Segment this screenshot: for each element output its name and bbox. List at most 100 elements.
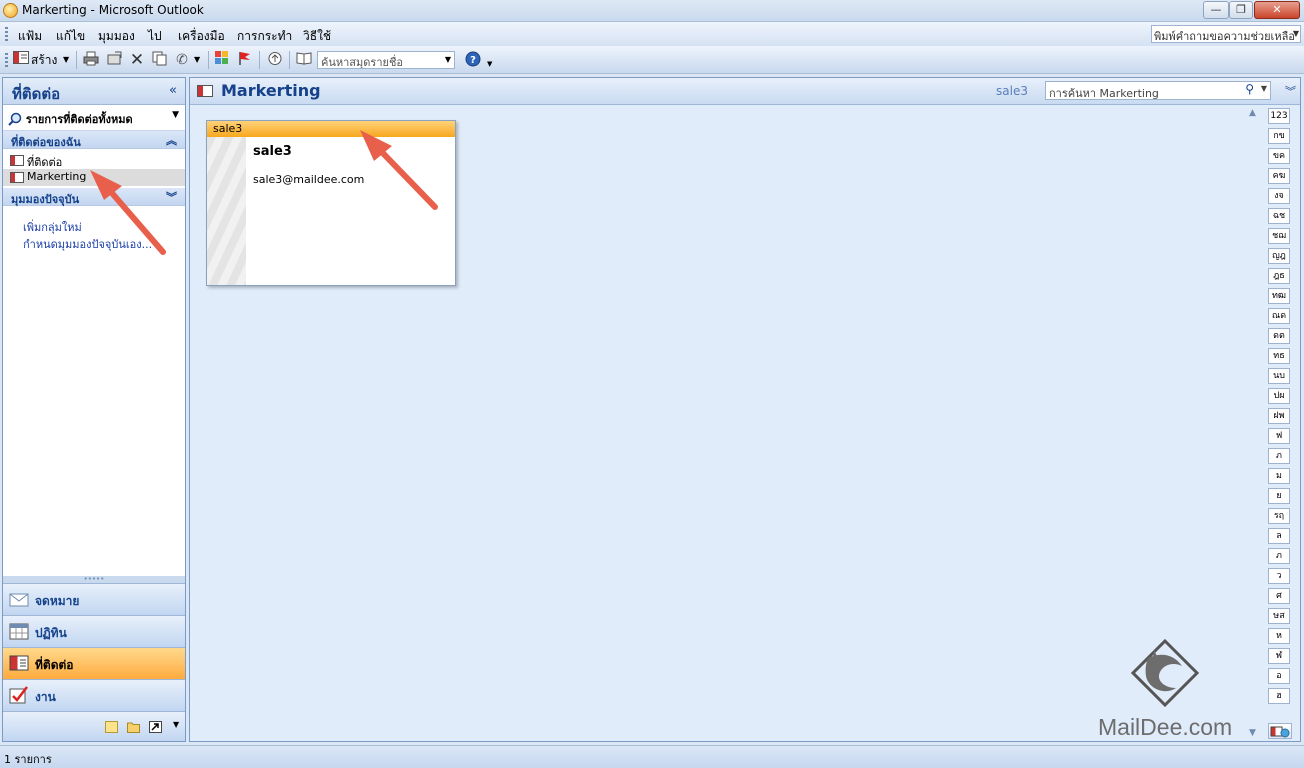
address-book-search-input[interactable]: ค้นหาสมุดรายชื่อ ▼ (317, 51, 455, 69)
index-tab[interactable]: นบ (1268, 368, 1290, 384)
dropdown-arrow-icon[interactable]: ▼ (445, 52, 451, 68)
menu-grip-icon[interactable] (5, 27, 8, 41)
index-tab[interactable]: ญฎ (1268, 248, 1290, 264)
send-receive-icon[interactable] (266, 51, 284, 69)
index-tab[interactable]: ฮ (1268, 688, 1290, 704)
notes-icon[interactable] (105, 721, 118, 733)
index-tab[interactable]: ภ (1268, 548, 1290, 564)
index-tab[interactable]: ฟ (1268, 428, 1290, 444)
collapse-pane-icon[interactable]: « (169, 83, 177, 98)
menu-tools[interactable]: เครื่องมือ (178, 27, 225, 46)
contact-email[interactable]: sale3@maildee.com (253, 173, 364, 186)
calendar-icon (9, 623, 29, 640)
menu-file[interactable]: แฟ้ม (18, 27, 42, 46)
index-tab[interactable]: ห (1268, 628, 1290, 644)
nav-button-mail[interactable]: จดหมาย (3, 583, 185, 615)
flag-icon[interactable] (237, 51, 253, 69)
scroll-up-icon[interactable]: ▲ (1249, 108, 1256, 118)
menu-view[interactable]: มุมมอง (98, 27, 135, 46)
index-tab[interactable]: ณด (1268, 308, 1290, 324)
index-tab[interactable]: ทธ (1268, 348, 1290, 364)
index-tab[interactable]: ศ (1268, 588, 1290, 604)
folder-search-input[interactable]: การค้นหา Markerting ⚲ ▼ (1045, 81, 1271, 100)
nav-splitter-handle[interactable]: ••••• (3, 576, 185, 583)
index-tab[interactable]: ย (1268, 488, 1290, 504)
vertical-scrollbar[interactable]: ▲ ▼ (1247, 106, 1261, 740)
folder-item-markerting[interactable]: Markerting (3, 169, 185, 186)
chevron-down-icon[interactable]: ︾ (166, 189, 177, 205)
menu-actions[interactable]: การกระทำ (237, 27, 292, 46)
index-tab[interactable]: อ (1268, 668, 1290, 684)
index-tab[interactable]: ขค (1268, 148, 1290, 164)
new-contact-icon[interactable] (12, 51, 30, 69)
window-title: Markerting - Microsoft Outlook (22, 3, 204, 17)
index-tab[interactable]: ชฌ (1268, 228, 1290, 244)
categorize-icon[interactable] (214, 51, 230, 69)
nav-button-calendar[interactable]: ปฏิทิน (3, 615, 185, 647)
index-tab[interactable]: ภ (1268, 448, 1290, 464)
index-tab[interactable]: งจ (1268, 188, 1290, 204)
current-view-header[interactable]: มุมมองปัจจุบัน ︾ (3, 188, 185, 206)
shortcuts-icon[interactable] (149, 721, 162, 733)
contact-card-header[interactable]: sale3 (207, 121, 455, 137)
toolbar-options-icon[interactable]: ▼ (487, 55, 492, 73)
index-tab[interactable]: คฆ (1268, 168, 1290, 184)
phone-icon[interactable]: ✆ (174, 51, 190, 69)
minimize-button[interactable]: — (1203, 1, 1229, 19)
add-new-group-link[interactable]: เพิ่มกลุ่มใหม่ (3, 218, 185, 235)
search-options-dropdown-icon[interactable]: ▼ (1261, 84, 1267, 93)
index-tab[interactable]: ฎธ (1268, 268, 1290, 284)
phone-dropdown-icon[interactable]: ▼ (194, 51, 200, 69)
chevron-up-icon[interactable]: ︽ (166, 132, 177, 148)
index-tab[interactable]: กข (1268, 128, 1290, 144)
index-tab[interactable]: ษส (1268, 608, 1290, 624)
menu-edit[interactable]: แก้ไข (56, 27, 85, 46)
index-tab[interactable]: ทฒ (1268, 288, 1290, 304)
item-count: 1 รายการ (4, 753, 52, 766)
new-button[interactable]: สร้าง (31, 51, 57, 69)
address-book-icon[interactable] (295, 51, 313, 69)
index-tab[interactable]: รฤ (1268, 508, 1290, 524)
copy-icon[interactable] (151, 51, 169, 69)
menu-go[interactable]: ไป (148, 27, 162, 46)
move-to-folder-icon[interactable] (106, 51, 124, 69)
all-contacts-dropdown[interactable]: รายการที่ติดต่อทั้งหมด ▼ (3, 105, 185, 131)
delete-icon[interactable]: ✕ (129, 51, 145, 69)
index-tab[interactable]: ปผ (1268, 388, 1290, 404)
show-contact-index-button[interactable] (1268, 723, 1292, 739)
dropdown-arrow-icon[interactable]: ▼ (1293, 26, 1299, 42)
toolbar-grip-icon[interactable] (5, 53, 8, 67)
expand-query-icon[interactable]: ︾ (1285, 83, 1296, 99)
nav-button-tasks[interactable]: งาน (3, 679, 185, 711)
index-tab[interactable]: ฬ (1268, 648, 1290, 664)
contact-card[interactable]: sale3 sale3 sale3@maildee.com (206, 120, 456, 286)
close-button[interactable]: ✕ (1254, 1, 1300, 19)
scroll-down-icon[interactable]: ▼ (1249, 728, 1256, 738)
search-icon (8, 112, 22, 126)
index-tab[interactable]: 123 (1268, 108, 1290, 124)
index-tab[interactable]: ฝพ (1268, 408, 1290, 424)
folder-list-icon[interactable] (127, 721, 140, 733)
status-bar: 1 รายการ (0, 745, 1304, 768)
nav-button-contacts[interactable]: ที่ติดต่อ (3, 647, 185, 679)
index-tab[interactable]: ล (1268, 528, 1290, 544)
folder-item-contacts[interactable]: ที่ติดต่อ (3, 152, 185, 169)
restore-button[interactable]: ❐ (1229, 1, 1253, 19)
contacts-icon (9, 655, 29, 671)
index-tab[interactable]: ดต (1268, 328, 1290, 344)
index-tab[interactable]: ฉช (1268, 208, 1290, 224)
search-icon[interactable]: ⚲ (1245, 82, 1254, 96)
index-tab[interactable]: ม (1268, 468, 1290, 484)
dropdown-arrow-icon[interactable]: ▼ (172, 110, 179, 120)
index-tab[interactable]: ว (1268, 568, 1290, 584)
help-question-input[interactable]: พิมพ์คำถามขอความช่วยเหลือ ▼ (1151, 25, 1301, 43)
customize-view-link[interactable]: กำหนดมุมมองปัจจุบันเอง... (3, 235, 185, 252)
print-icon[interactable] (82, 51, 100, 69)
menu-help[interactable]: วิธีใช้ (303, 27, 331, 46)
nav-button-label: จดหมาย (35, 594, 80, 608)
configure-buttons-icon[interactable]: ▼ (173, 720, 179, 729)
content-header: Markerting sale3 การค้นหา Markerting ⚲ ▼… (190, 78, 1300, 105)
new-dropdown-icon[interactable]: ▼ (63, 51, 69, 69)
my-contacts-header[interactable]: ที่ติดต่อของฉัน ︽ (3, 131, 185, 149)
help-icon[interactable]: ? (464, 51, 482, 69)
